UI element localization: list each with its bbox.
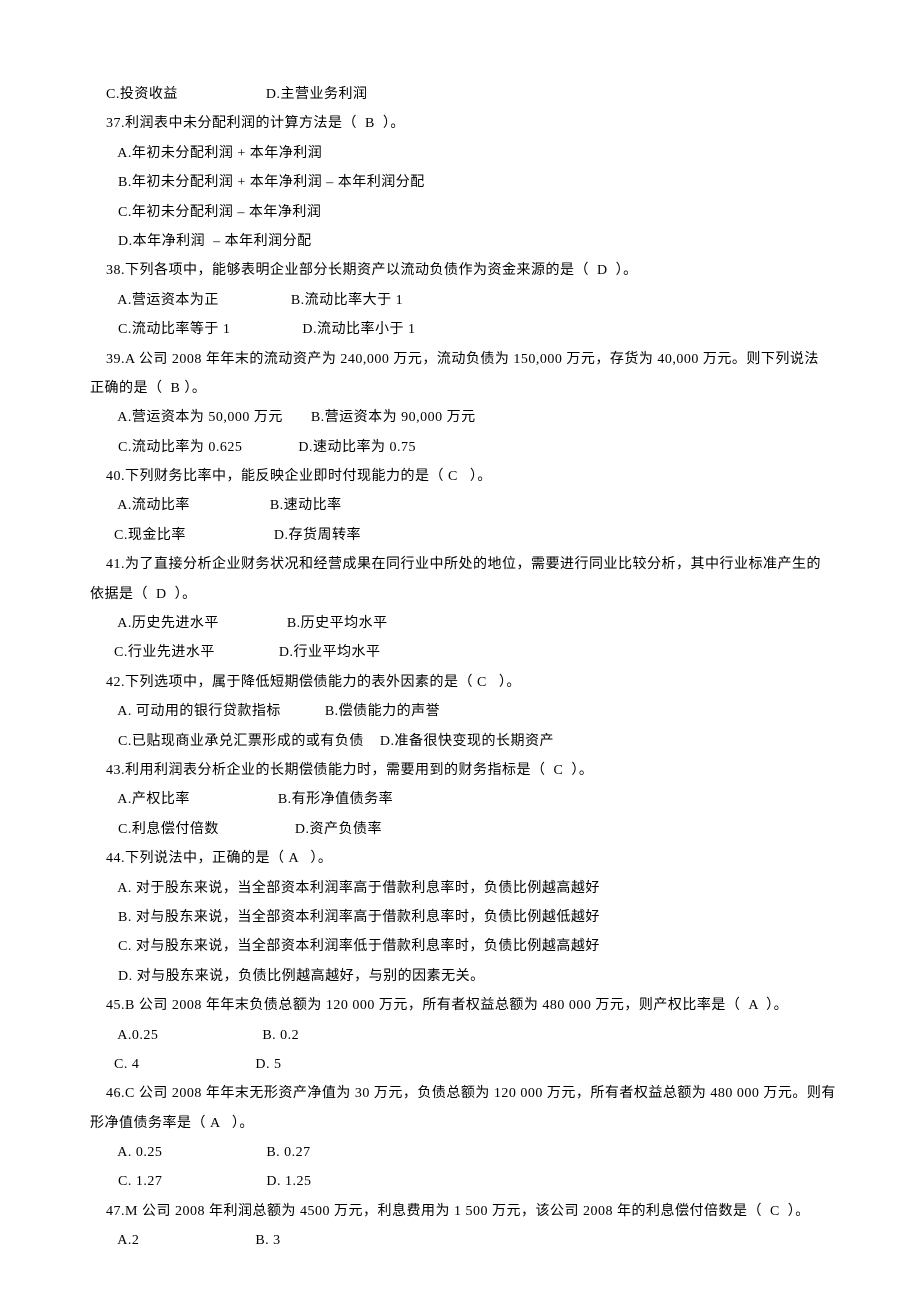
document-line: D.本年净利润 – 本年利润分配	[90, 227, 830, 256]
document-line: 43.利用利润表分析企业的长期偿债能力时，需要用到的财务指标是（ C ）。	[90, 756, 830, 785]
document-line: C. 4 D. 5	[90, 1050, 830, 1079]
document-line: A. 0.25 B. 0.27	[90, 1138, 830, 1167]
document-line: C. 1.27 D. 1.25	[90, 1167, 830, 1196]
document-line: C.已贴现商业承兑汇票形成的或有负债 D.准备很快变现的长期资产	[90, 727, 830, 756]
document-line: 41.为了直接分析企业财务状况和经营成果在同行业中所处的地位，需要进行同业比较分…	[90, 550, 830, 579]
document-line: 依据是（ D ）。	[90, 580, 830, 609]
document-line: C.流动比率为 0.625 D.速动比率为 0.75	[90, 433, 830, 462]
document-line: A. 对于股东来说，当全部资本利润率高于借款利息率时，负债比例越高越好	[90, 874, 830, 903]
document-line: 39.A 公司 2008 年年末的流动资产为 240,000 万元，流动负债为 …	[90, 345, 830, 374]
document-line: A.营运资本为正 B.流动比率大于 1	[90, 286, 830, 315]
document-line: B. 对与股东来说，当全部资本利润率高于借款利息率时，负债比例越低越好	[90, 903, 830, 932]
document-line: A.流动比率 B.速动比率	[90, 491, 830, 520]
document-line: B.年初未分配利润 + 本年净利润 – 本年利润分配	[90, 168, 830, 197]
document-line: C.年初未分配利润 – 本年净利润	[90, 198, 830, 227]
document-line: C.流动比率等于 1 D.流动比率小于 1	[90, 315, 830, 344]
document-line: 正确的是（ B ）。	[90, 374, 830, 403]
document-line: A. 可动用的银行贷款指标 B.偿债能力的声誉	[90, 697, 830, 726]
document-line: 37.利润表中未分配利润的计算方法是（ B ）。	[90, 109, 830, 138]
document-line: A.营运资本为 50,000 万元 B.营运资本为 90,000 万元	[90, 403, 830, 432]
document-line: 46.C 公司 2008 年年末无形资产净值为 30 万元，负债总额为 120 …	[90, 1079, 830, 1108]
document-line: A.历史先进水平 B.历史平均水平	[90, 609, 830, 638]
document-line: D. 对与股东来说，负债比例越高越好，与别的因素无关。	[90, 962, 830, 991]
document-line: C. 对与股东来说，当全部资本利润率低于借款利息率时，负债比例越高越好	[90, 932, 830, 961]
document-line: C.行业先进水平 D.行业平均水平	[90, 638, 830, 667]
document-line: C.利息偿付倍数 D.资产负债率	[90, 815, 830, 844]
document-line: C.现金比率 D.存货周转率	[90, 521, 830, 550]
document-line: 47.M 公司 2008 年利润总额为 4500 万元，利息费用为 1 500 …	[90, 1197, 830, 1226]
document-line: 形净值债务率是（ A ）。	[90, 1109, 830, 1138]
document-line: 45.B 公司 2008 年年末负债总额为 120 000 万元，所有者权益总额…	[90, 991, 830, 1020]
document-line: A.2 B. 3	[90, 1226, 830, 1255]
document-line: 40.下列财务比率中，能反映企业即时付现能力的是（ C ）。	[90, 462, 830, 491]
document-line: 38.下列各项中，能够表明企业部分长期资产以流动负债作为资金来源的是（ D ）。	[90, 256, 830, 285]
document-line: A.产权比率 B.有形净值债务率	[90, 785, 830, 814]
document-line: A.年初未分配利润 + 本年净利润	[90, 139, 830, 168]
document-line: 44.下列说法中，正确的是（ A ）。	[90, 844, 830, 873]
document-line: C.投资收益 D.主营业务利润	[90, 80, 830, 109]
document-line: 42.下列选项中，属于降低短期偿债能力的表外因素的是（ C ）。	[90, 668, 830, 697]
document-line: A.0.25 B. 0.2	[90, 1021, 830, 1050]
